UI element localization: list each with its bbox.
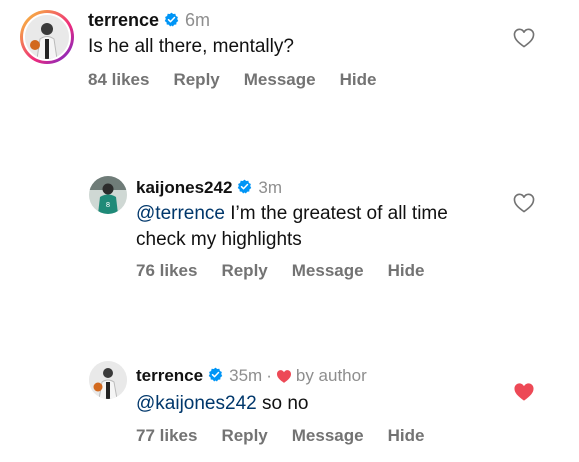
like-heart-icon[interactable] [513, 193, 535, 218]
red-heart-icon [276, 369, 291, 383]
likes-count[interactable]: 84 likes [88, 70, 149, 90]
timestamp: 3m [258, 178, 283, 197]
message-button[interactable]: Message [292, 426, 364, 446]
avatar[interactable] [89, 361, 127, 399]
comment-text-line-2: check my highlights [136, 229, 302, 250]
comment-actions: 76 likes Reply Message Hide [136, 261, 448, 281]
reply-button[interactable]: Reply [173, 70, 219, 90]
avatar[interactable] [23, 13, 71, 61]
svg-text:8: 8 [106, 201, 110, 209]
comment-header: kaijones242 3m [136, 177, 282, 199]
comment-text: @terrence I’m the greatest of all time c… [136, 201, 516, 253]
verified-badge-icon [237, 179, 252, 199]
hide-button[interactable]: Hide [340, 70, 377, 90]
profile-photo-icon [89, 361, 127, 399]
avatar[interactable]: 8 [89, 176, 127, 214]
like-heart-icon[interactable] [513, 28, 535, 53]
message-button[interactable]: Message [244, 70, 316, 90]
verified-badge-icon [208, 367, 223, 387]
hide-button[interactable]: Hide [388, 426, 425, 446]
username[interactable]: kaijones242 [136, 178, 232, 198]
username[interactable]: terrence [136, 366, 203, 386]
hide-button[interactable]: Hide [388, 261, 425, 281]
reply-button[interactable]: Reply [221, 426, 267, 446]
mention-link[interactable]: @terrence [136, 203, 225, 224]
message-button[interactable]: Message [292, 261, 364, 281]
comment-text-line-1: I’m the greatest of all time [230, 203, 448, 224]
comment-header: terrence 6m [88, 9, 210, 31]
comment-body: so no [261, 393, 309, 414]
timestamp: 35m [229, 366, 263, 385]
profile-photo-icon [25, 15, 69, 59]
timestamp: 6m [185, 9, 211, 30]
liked-by-author-badge: by author [276, 366, 367, 386]
separator-dot: · [266, 366, 272, 385]
username[interactable]: terrence [88, 10, 159, 31]
verified-badge-icon [164, 11, 179, 32]
by-author-label: by author [295, 366, 367, 385]
profile-photo-icon: 8 [89, 176, 127, 214]
comment-text: Is he all there, mentally? [88, 36, 294, 57]
reply-button[interactable]: Reply [221, 261, 267, 281]
liked-heart-icon[interactable] [513, 382, 535, 407]
mention-link[interactable]: @kaijones242 [136, 393, 257, 414]
comment-text: @kaijones242 so no [136, 391, 308, 417]
comment-actions: 77 likes Reply Message Hide [136, 426, 448, 446]
comment-actions: 84 likes Reply Message Hide [88, 70, 400, 90]
likes-count[interactable]: 77 likes [136, 426, 197, 446]
likes-count[interactable]: 76 likes [136, 261, 197, 281]
comment-header: terrence 35m · by author [136, 365, 367, 387]
